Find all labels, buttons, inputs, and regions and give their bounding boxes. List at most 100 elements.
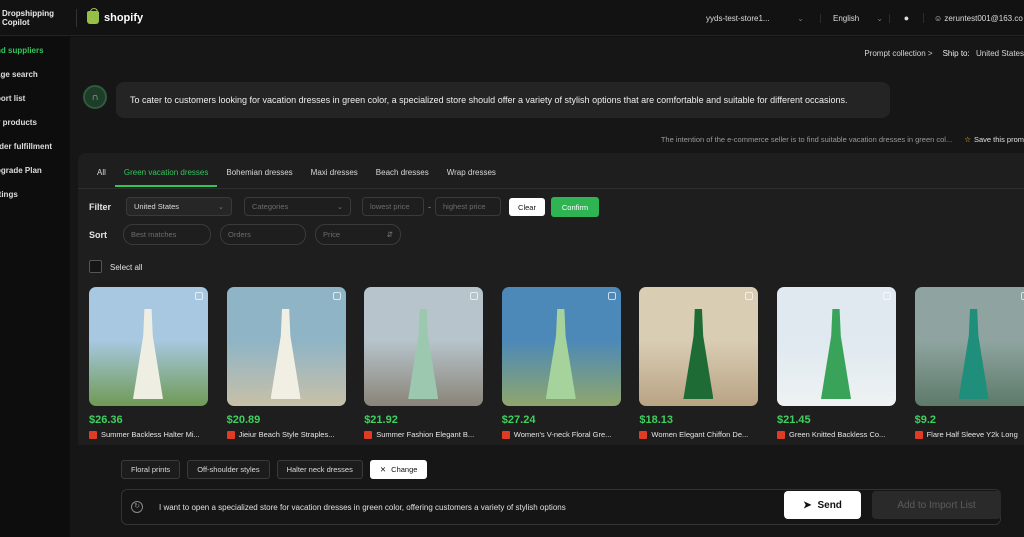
clear-button[interactable]: Clear xyxy=(509,198,545,216)
product-card[interactable]: $27.24 Women's V-neck Floral Gre... xyxy=(501,287,621,439)
select-all-label: Select all xyxy=(110,263,143,272)
best-matches-sort[interactable]: Best matches xyxy=(123,224,211,245)
product-image[interactable] xyxy=(777,287,896,406)
save-prompt-button[interactable]: ☆ Save this prom xyxy=(964,135,1024,144)
top-bar: Dropshipping Copilot shopify yyds-test-s… xyxy=(0,0,1024,36)
confirm-button[interactable]: Confirm xyxy=(551,197,599,217)
product-image[interactable] xyxy=(501,287,621,406)
ship-to-selector[interactable]: Ship to: United States xyxy=(943,49,1024,58)
sort-arrows-icon: ⇵ xyxy=(386,230,393,239)
product-select-checkbox[interactable] xyxy=(607,292,616,300)
product-select-checkbox[interactable] xyxy=(745,292,754,300)
chevron-down-icon: ⌄ xyxy=(336,202,343,211)
product-image[interactable] xyxy=(914,287,1024,406)
prompt-text: I want to open a specialized store for v… xyxy=(159,503,566,512)
send-button[interactable]: ➤ Send xyxy=(784,491,861,519)
app-root: Dropshipping Copilot shopify yyds-test-s… xyxy=(0,0,1024,537)
sidebar-item-order-fulfillment[interactable]: rder fulfillment xyxy=(0,135,70,159)
tab-green-vacation-dresses[interactable]: Green vacation dresses xyxy=(114,167,218,187)
dress-figure xyxy=(958,309,989,399)
tab-all[interactable]: All xyxy=(88,167,115,187)
tab-bohemian-dresses[interactable]: Bohemian dresses xyxy=(217,167,301,187)
product-price: $21.92 xyxy=(364,414,398,426)
tab-divider xyxy=(78,188,1024,189)
top-right-controls: yyds-test-store1... ⌄ English ⌄ ● ☺ zeru… xyxy=(706,0,1024,36)
intention-bar: The intention of the e-commerce seller i… xyxy=(661,135,1024,144)
user-email: zeruntest001@163.co xyxy=(944,13,1023,23)
product-image[interactable] xyxy=(226,287,346,406)
product-title[interactable]: Summer Fashion Elegant B... xyxy=(364,430,483,439)
product-price: $27.24 xyxy=(501,414,536,426)
product-title-text: Summer Fashion Elegant B... xyxy=(376,430,475,439)
product-title[interactable]: Green Knitted Backless Co... xyxy=(777,430,896,439)
product-image[interactable] xyxy=(639,287,759,406)
product-image[interactable] xyxy=(364,287,484,406)
product-card[interactable]: $26.36 Summer Backless Halter Mi... xyxy=(89,287,208,439)
product-title[interactable]: Flare Half Sleeve Y2k Long xyxy=(914,430,1024,439)
add-to-import-list-button[interactable]: Add to Import List xyxy=(872,491,1001,519)
product-title[interactable]: Women Elegant Chiffon De... xyxy=(639,430,758,439)
product-title[interactable]: Jieiur Beach Style Straples... xyxy=(226,430,346,439)
country-select[interactable]: United States ⌄ xyxy=(126,197,232,216)
chip-floral-prints[interactable]: Floral prints xyxy=(121,460,181,479)
product-select-checkbox[interactable] xyxy=(1020,292,1024,300)
star-icon: ☆ xyxy=(964,135,971,144)
aliexpress-icon xyxy=(226,430,235,439)
product-title-text: Flare Half Sleeve Y2k Long xyxy=(926,430,1018,439)
store-selector[interactable]: yyds-test-store1... ⌄ xyxy=(706,14,810,23)
prompt-collection-link[interactable]: Prompt collection > xyxy=(864,49,932,58)
ship-to-label: Ship to: xyxy=(942,48,970,58)
sidebar-item-import-list[interactable]: port list xyxy=(0,87,70,111)
highest-price-input[interactable]: highest price xyxy=(435,197,501,216)
product-price: $9.2 xyxy=(914,414,937,426)
aliexpress-icon xyxy=(914,430,923,439)
history-icon[interactable]: ↻ xyxy=(131,501,143,513)
categories-select[interactable]: Categories ⌄ xyxy=(244,197,351,216)
chip-halter-neck-dresses[interactable]: Halter neck dresses xyxy=(276,460,363,479)
product-select-checkbox[interactable] xyxy=(470,292,479,300)
orders-sort[interactable]: Orders xyxy=(220,224,306,245)
product-title[interactable]: Summer Backless Halter Mi... xyxy=(89,430,208,439)
language-selector[interactable]: English ⌄ xyxy=(820,13,890,23)
product-select-checkbox[interactable] xyxy=(332,292,341,300)
product-title-text: Summer Backless Halter Mi... xyxy=(101,430,200,439)
product-card[interactable]: $9.2 Flare Half Sleeve Y2k Long xyxy=(914,287,1024,439)
product-title-text: Green Knitted Backless Co... xyxy=(789,430,886,439)
chip-off-shoulder-styles[interactable]: Off-shoulder styles xyxy=(187,460,270,479)
product-title-text: Women's V-neck Floral Gre... xyxy=(513,430,612,439)
tab-beach-dresses[interactable]: Beach dresses xyxy=(367,167,438,187)
bell-icon[interactable]: ● xyxy=(890,13,924,23)
dress-figure xyxy=(408,309,439,399)
dress-figure xyxy=(133,309,163,399)
sidebar-item-settings[interactable]: ttings xyxy=(0,183,70,207)
product-title[interactable]: Women's V-neck Floral Gre... xyxy=(501,430,621,439)
sidebar-item-find-suppliers[interactable]: nd suppliers xyxy=(0,39,70,63)
store-name: yyds-test-store1... xyxy=(706,13,770,23)
price-sort[interactable]: Price ⇵ xyxy=(315,224,401,245)
product-card[interactable]: $21.92 Summer Fashion Elegant B... xyxy=(364,287,484,439)
product-card[interactable]: $18.13 Women Elegant Chiffon De... xyxy=(639,287,759,439)
chevron-down-icon: ⌄ xyxy=(797,13,804,23)
tab-maxi-dresses[interactable]: Maxi dresses xyxy=(302,167,367,187)
product-select-checkbox[interactable] xyxy=(883,292,891,300)
save-prompt-label: Save this prom xyxy=(973,135,1024,144)
select-all-checkbox[interactable] xyxy=(89,260,102,273)
sidebar-item-my-products[interactable]: y products xyxy=(0,111,70,135)
product-price: $18.13 xyxy=(639,414,674,426)
product-select-checkbox[interactable] xyxy=(195,292,203,300)
product-image[interactable] xyxy=(89,287,208,406)
change-button[interactable]: ✕ Change xyxy=(369,460,428,479)
tab-wrap-dresses[interactable]: Wrap dresses xyxy=(438,167,505,187)
lowest-price-input[interactable]: lowest price xyxy=(362,197,424,216)
prompt-input[interactable]: ↻ I want to open a specialized store for… xyxy=(121,489,1001,525)
language-value: English xyxy=(833,13,860,23)
chevron-down-icon: ⌄ xyxy=(876,13,883,23)
product-card[interactable]: $21.45 Green Knitted Backless Co... xyxy=(777,287,896,439)
sidebar-item-image-search[interactable]: age search xyxy=(0,63,70,87)
sidebar-item-upgrade-plan[interactable]: pgrade Plan xyxy=(0,159,70,183)
assistant-avatar: ∩ xyxy=(83,85,107,109)
product-card[interactable]: $20.89 Jieiur Beach Style Straples... xyxy=(226,287,346,439)
shopify-bag-icon xyxy=(87,8,99,24)
user-menu[interactable]: ☺ zeruntest001@163.co xyxy=(924,14,1024,23)
main-area: Prompt collection > Ship to: United Stat… xyxy=(70,37,1024,537)
